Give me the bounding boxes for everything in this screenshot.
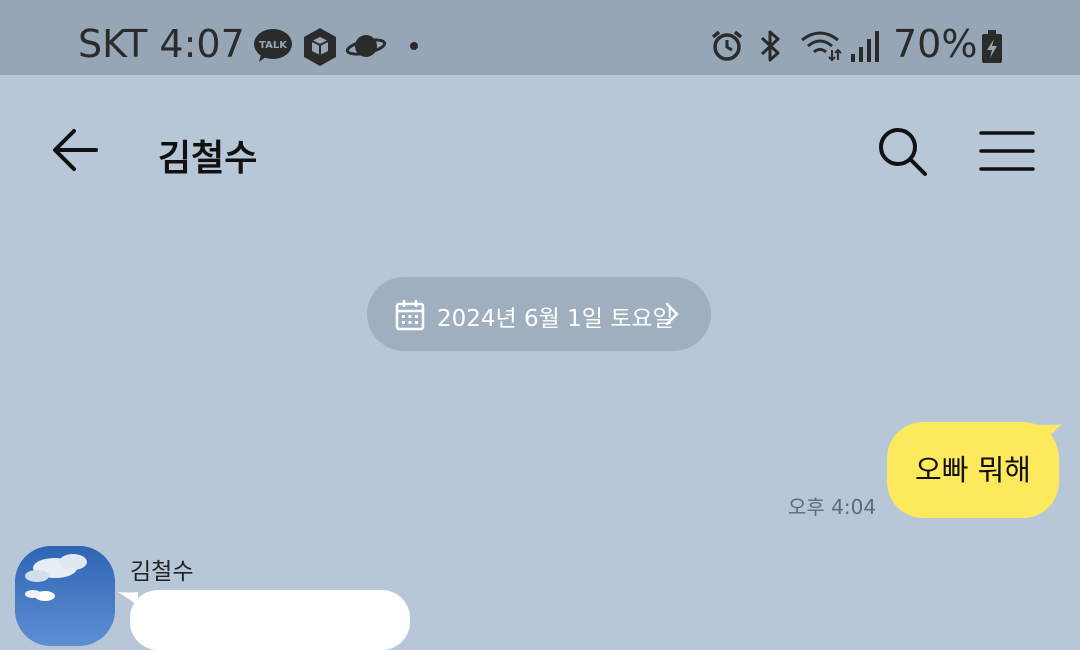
sender-name: 김철수 (130, 559, 194, 585)
battery-percent: 70% (893, 22, 978, 66)
signal-icon (851, 31, 879, 62)
back-arrow-icon[interactable] (50, 127, 102, 173)
svg-text:TALK: TALK (259, 40, 288, 51)
avatar[interactable] (15, 546, 115, 646)
message-timestamp: 오후 4:04 (788, 495, 877, 519)
their-message-bubble[interactable] (130, 590, 410, 650)
status-carrier-time: SKT 4:07 (78, 22, 245, 66)
carrier-label: SKT (78, 22, 148, 66)
chat-header: 김철수 (0, 75, 1080, 225)
my-message-bubble[interactable]: 오빠 뭐해 (887, 422, 1059, 518)
bluetooth-icon (760, 30, 780, 62)
avatar-sky-image (15, 546, 115, 646)
planet-icon (345, 35, 387, 57)
menu-icon[interactable] (978, 129, 1036, 173)
alarm-icon (711, 30, 743, 61)
search-icon[interactable] (876, 125, 928, 177)
talk-icon: TALK (254, 29, 292, 62)
status-bar: SKT 4:07 TALK 70% (0, 0, 1080, 75)
box-icon (304, 28, 336, 66)
clock-time: 4:07 (159, 22, 245, 66)
chat-title: 김철수 (158, 138, 258, 179)
date-divider[interactable]: 2024년 6월 1일 토요일 (367, 277, 711, 351)
wifi-icon (801, 31, 842, 62)
date-label: 2024년 6월 1일 토요일 (437, 306, 674, 332)
my-message-text: 오빠 뭐해 (915, 453, 1031, 487)
dot-icon (410, 42, 418, 50)
calendar-icon (395, 300, 425, 331)
battery-icon (982, 30, 1002, 63)
chevron-right-icon (665, 302, 679, 326)
